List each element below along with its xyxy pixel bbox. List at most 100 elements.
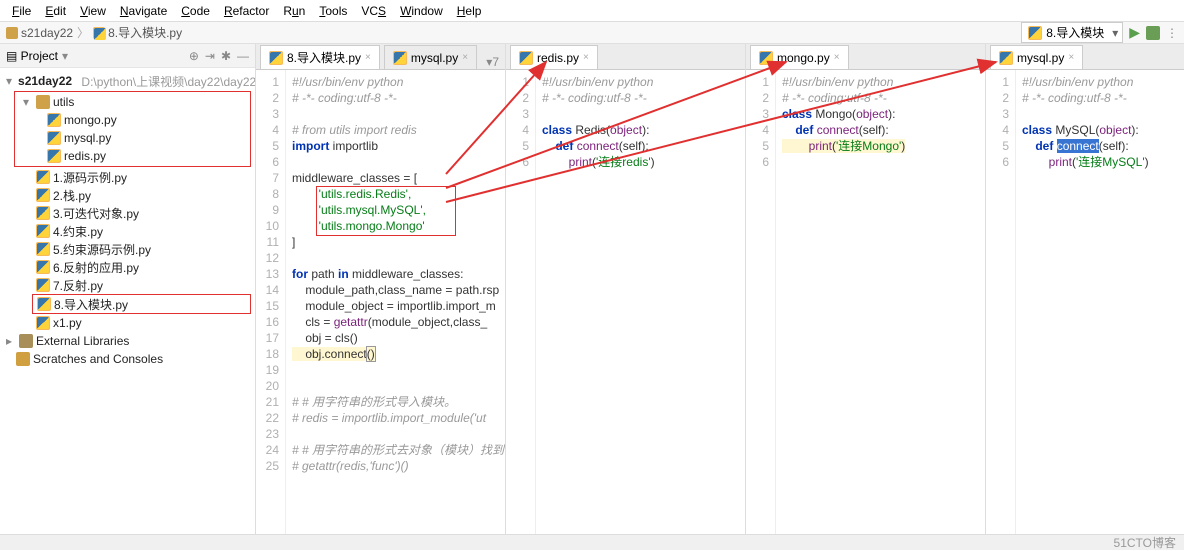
expand-icon[interactable]: ▾ bbox=[6, 74, 12, 88]
hide-icon[interactable]: — bbox=[237, 49, 249, 63]
python-file-icon bbox=[36, 188, 50, 202]
gear-icon[interactable]: ✱ bbox=[221, 49, 231, 63]
python-file-icon bbox=[999, 51, 1013, 65]
code-lines[interactable]: #!/usr/bin/env python # -*- coding:utf-8… bbox=[776, 70, 985, 534]
tree-file[interactable]: x1.py bbox=[0, 314, 255, 332]
editor-tabs: 8.导入模块.py× mysql.py× ▾7 bbox=[256, 44, 505, 70]
close-icon[interactable]: × bbox=[462, 52, 468, 63]
tree-file[interactable]: 6.反射的应用.py bbox=[0, 258, 255, 276]
tab-redis[interactable]: redis.py× bbox=[510, 45, 598, 69]
line-gutter: 123456 bbox=[986, 70, 1016, 534]
expand-icon[interactable]: ▾ bbox=[23, 95, 33, 109]
scratches-icon bbox=[16, 352, 30, 366]
menu-window[interactable]: Window bbox=[394, 2, 449, 20]
folder-icon bbox=[36, 95, 50, 109]
menu-code[interactable]: Code bbox=[175, 2, 216, 20]
menu-help[interactable]: Help bbox=[451, 2, 488, 20]
line-gutter: 123456 bbox=[506, 70, 536, 534]
highlighted-middleware-list bbox=[316, 186, 456, 236]
menu-file[interactable]: File bbox=[6, 2, 37, 20]
tab-mysql[interactable]: mysql.py× bbox=[990, 45, 1083, 69]
run-config-selector[interactable]: 8.导入模块 bbox=[1021, 22, 1123, 43]
close-icon[interactable]: × bbox=[583, 52, 589, 63]
project-tool-button[interactable]: ▤ Project bbox=[6, 49, 58, 63]
tree-file[interactable]: 2.栈.py bbox=[0, 186, 255, 204]
main-area: ▤ Project ▾ ⊕ ⇥ ✱ — ▾s21day22 D:\python\… bbox=[0, 44, 1184, 534]
tree-file[interactable]: redis.py bbox=[15, 147, 250, 165]
sidebar-header: ▤ Project ▾ ⊕ ⇥ ✱ — bbox=[0, 44, 255, 68]
editor-tabs: mysql.py× bbox=[986, 44, 1184, 70]
code-editor-mysql[interactable]: 123456 #!/usr/bin/env python # -*- codin… bbox=[986, 70, 1184, 534]
menu-run[interactable]: Run bbox=[277, 2, 311, 20]
python-file-icon bbox=[36, 170, 50, 184]
editor-tabs: redis.py× bbox=[506, 44, 745, 70]
tree-file[interactable]: mongo.py bbox=[15, 111, 250, 129]
close-icon[interactable]: × bbox=[1068, 52, 1074, 63]
editor-splitter: 8.导入模块.py× mysql.py× ▾7 1234567891011121… bbox=[256, 44, 1184, 534]
line-gutter: 123456 bbox=[746, 70, 776, 534]
tree-file[interactable]: 4.约束.py bbox=[0, 222, 255, 240]
breadcrumb-root[interactable]: s21day22 bbox=[6, 26, 73, 40]
menu-tools[interactable]: Tools bbox=[313, 2, 353, 20]
project-sidebar: ▤ Project ▾ ⊕ ⇥ ✱ — ▾s21day22 D:\python\… bbox=[0, 44, 256, 534]
menu-navigate[interactable]: Navigate bbox=[114, 2, 173, 20]
editor-pane-4: mysql.py× 123456 #!/usr/bin/env python #… bbox=[986, 44, 1184, 534]
breadcrumb-file[interactable]: 8.导入模块.py bbox=[93, 24, 182, 41]
library-icon bbox=[19, 334, 33, 348]
python-file-icon bbox=[759, 51, 773, 65]
editor-pane-1: 8.导入模块.py× mysql.py× ▾7 1234567891011121… bbox=[256, 44, 506, 534]
python-file-icon bbox=[36, 224, 50, 238]
run-button[interactable]: ▶ bbox=[1129, 24, 1140, 41]
tree-file[interactable]: 8.导入模块.py bbox=[33, 295, 250, 313]
python-file-icon bbox=[37, 297, 51, 311]
highlighted-utils-group: ▾utils mongo.py mysql.py redis.py bbox=[14, 91, 251, 167]
python-file-icon bbox=[36, 260, 50, 274]
tab-overflow-counter[interactable]: ▾7 bbox=[486, 55, 499, 69]
highlighted-current-file: 8.导入模块.py bbox=[32, 294, 251, 314]
watermark: 51CTO博客 bbox=[1114, 534, 1176, 551]
more-actions-icon[interactable]: ⋮ bbox=[1166, 26, 1178, 40]
dropdown-icon[interactable]: ▾ bbox=[62, 49, 68, 63]
python-file-icon bbox=[1028, 26, 1042, 40]
python-file-icon bbox=[36, 278, 50, 292]
python-file-icon bbox=[36, 242, 50, 256]
menu-vcs[interactable]: VCS bbox=[355, 2, 392, 20]
chevron-right-icon: 〉 bbox=[77, 24, 89, 41]
code-lines[interactable]: #!/usr/bin/env python # -*- coding:utf-8… bbox=[1016, 70, 1184, 534]
python-file-icon bbox=[519, 51, 533, 65]
expand-icon[interactable]: ▸ bbox=[6, 334, 16, 348]
close-icon[interactable]: × bbox=[834, 52, 840, 63]
menu-edit[interactable]: Edit bbox=[39, 2, 72, 20]
tab-mongo[interactable]: mongo.py× bbox=[750, 45, 849, 69]
tree-file[interactable]: 5.约束源码示例.py bbox=[0, 240, 255, 258]
tree-scratches[interactable]: Scratches and Consoles bbox=[0, 350, 255, 368]
tab-main-file[interactable]: 8.导入模块.py× bbox=[260, 45, 380, 69]
toolbar-right: 8.导入模块 ▶ ⋮ bbox=[1021, 22, 1178, 43]
tree-folder-utils[interactable]: ▾utils bbox=[15, 93, 250, 111]
python-file-icon bbox=[36, 316, 50, 330]
code-editor-mongo[interactable]: 123456 #!/usr/bin/env python # -*- codin… bbox=[746, 70, 985, 534]
code-editor-redis[interactable]: 123456 #!/usr/bin/env python # -*- codin… bbox=[506, 70, 745, 534]
debug-button[interactable] bbox=[1146, 26, 1160, 40]
collapse-icon[interactable]: ⇥ bbox=[205, 49, 215, 63]
code-editor-main[interactable]: 1234567891011121314151617181920212223242… bbox=[256, 70, 505, 534]
tab-mysql[interactable]: mysql.py× bbox=[384, 45, 477, 69]
target-icon[interactable]: ⊕ bbox=[189, 49, 199, 63]
menu-view[interactable]: View bbox=[74, 2, 112, 20]
tree-external-libs[interactable]: ▸External Libraries bbox=[0, 332, 255, 350]
editor-pane-3: mongo.py× 123456 #!/usr/bin/env python #… bbox=[746, 44, 986, 534]
menu-refactor[interactable]: Refactor bbox=[218, 2, 275, 20]
tree-file[interactable]: 3.可迭代对象.py bbox=[0, 204, 255, 222]
tree-project-root[interactable]: ▾s21day22 D:\python\上课视频\day22\day22 bbox=[0, 72, 255, 90]
code-lines[interactable]: #!/usr/bin/env python # -*- coding:utf-8… bbox=[536, 70, 745, 534]
tree-file[interactable]: mysql.py bbox=[15, 129, 250, 147]
close-icon[interactable]: × bbox=[365, 52, 371, 63]
tree-file[interactable]: 7.反射.py bbox=[0, 276, 255, 294]
project-tree[interactable]: ▾s21day22 D:\python\上课视频\day22\day22 ▾ut… bbox=[0, 68, 255, 534]
python-file-icon bbox=[47, 149, 61, 163]
folder-icon bbox=[6, 27, 18, 39]
editor-tabs: mongo.py× bbox=[746, 44, 985, 70]
editor-pane-2: redis.py× 123456 #!/usr/bin/env python #… bbox=[506, 44, 746, 534]
code-lines[interactable]: #!/usr/bin/env python # -*- coding:utf-8… bbox=[286, 70, 505, 534]
tree-file[interactable]: 1.源码示例.py bbox=[0, 168, 255, 186]
